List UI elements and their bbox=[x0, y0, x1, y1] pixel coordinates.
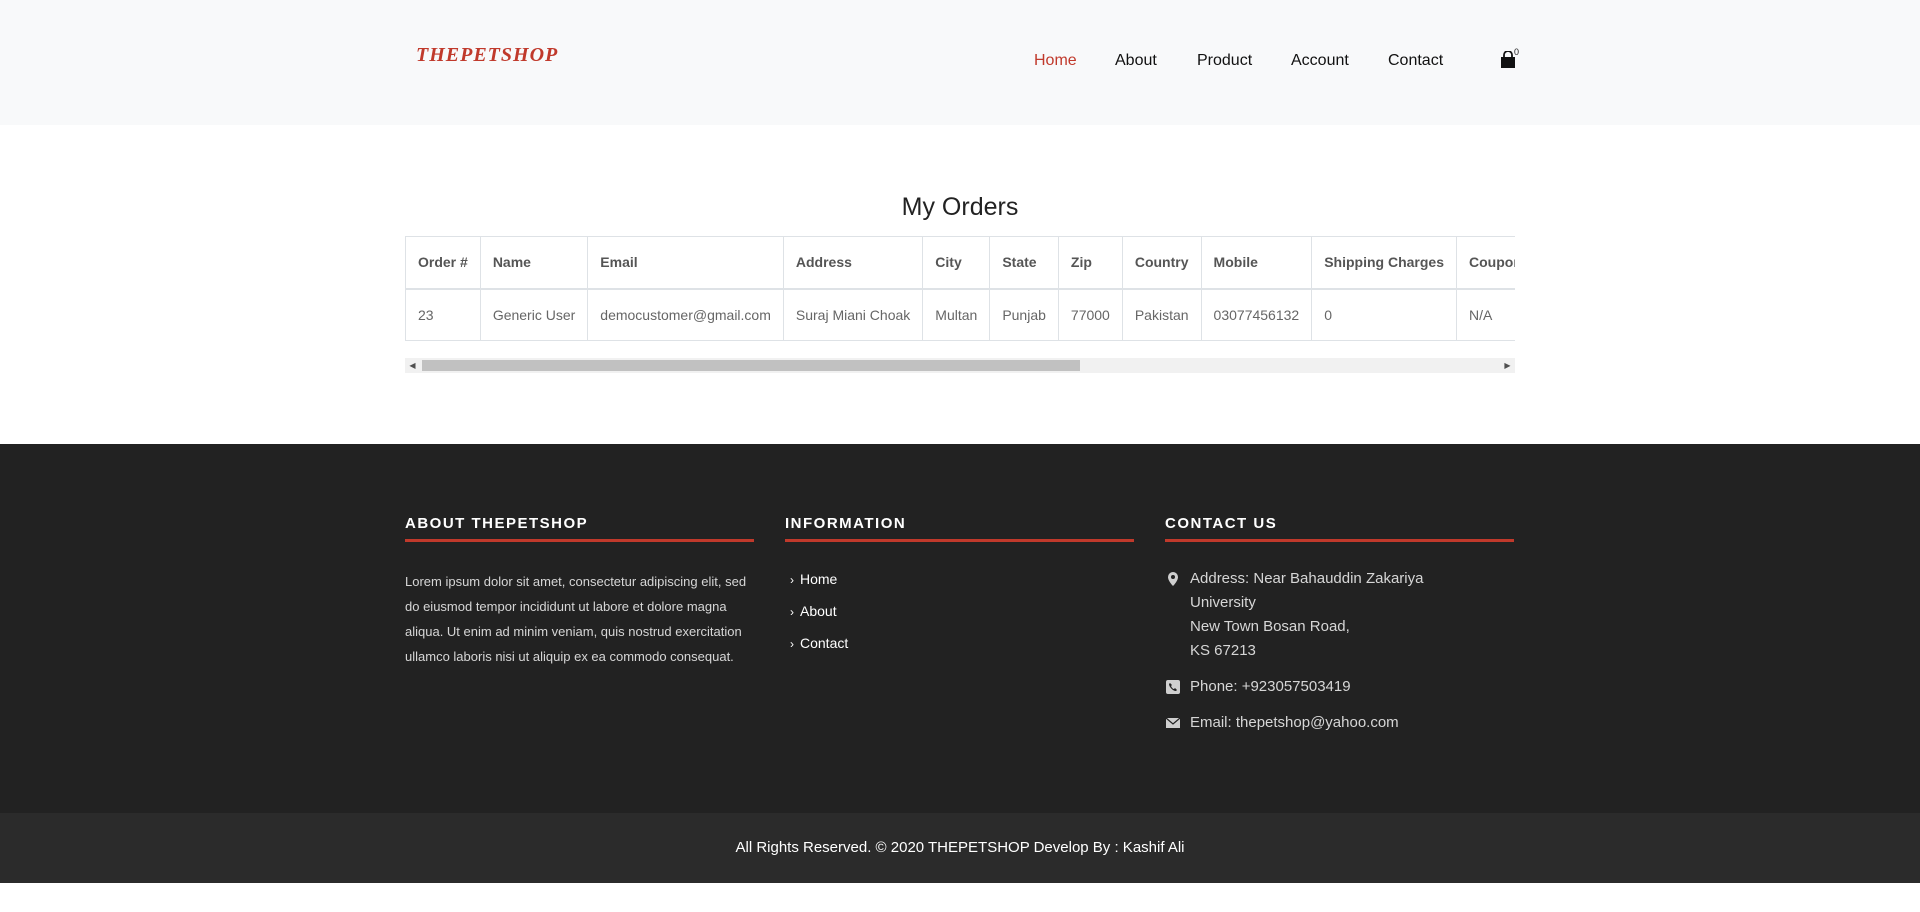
nav-home[interactable]: Home bbox=[1034, 52, 1077, 70]
footer-link-label: Contact bbox=[800, 635, 849, 651]
orders-table-container: Order # Name Email Address City State Zi… bbox=[405, 236, 1515, 341]
email-text[interactable]: Email: thepetshop@yahoo.com bbox=[1190, 711, 1514, 735]
chevron-right-icon: › bbox=[790, 637, 794, 651]
table-cell: N/A bbox=[1456, 288, 1515, 341]
phone-icon bbox=[1166, 680, 1180, 694]
contact-email: Email: thepetshop@yahoo.com bbox=[1165, 711, 1514, 735]
site-footer: ABOUT THEPETSHOP Lorem ipsum dolor sit a… bbox=[0, 444, 1920, 813]
footer-links-list: › Home › About › Contact bbox=[785, 571, 1134, 667]
phone-text: Phone: +923057503419 bbox=[1190, 678, 1351, 695]
footer-link-home[interactable]: › Home bbox=[785, 571, 1134, 603]
column-header: Mobile bbox=[1200, 236, 1313, 290]
footer-contact-heading: CONTACT US bbox=[1165, 515, 1514, 542]
table-header-row: Order # Name Email Address City State Zi… bbox=[405, 236, 1515, 290]
footer-link-label: Home bbox=[800, 571, 838, 587]
column-header: Shipping Charges bbox=[1311, 236, 1457, 290]
column-header: Country bbox=[1121, 236, 1202, 290]
map-marker-icon bbox=[1168, 572, 1178, 586]
table-horizontal-scrollbar[interactable]: ◀ ▶ bbox=[405, 358, 1515, 373]
footer-about-text: Lorem ipsum dolor sit amet, consectetur … bbox=[405, 574, 747, 664]
contact-address: Address: Near Bahauddin Zakariya Univers… bbox=[1165, 567, 1514, 663]
footer-about-heading: ABOUT THEPETSHOP bbox=[405, 515, 754, 542]
main-nav: Home About Product Account Contact bbox=[0, 52, 1920, 74]
scroll-right-arrow-icon[interactable]: ▶ bbox=[1500, 358, 1515, 373]
chevron-right-icon: › bbox=[790, 573, 794, 587]
footer-link-about[interactable]: › About bbox=[785, 603, 1134, 635]
footer-link-contact[interactable]: › Contact bbox=[785, 635, 1134, 667]
column-header: Order # bbox=[405, 236, 481, 290]
footer-contact-section: CONTACT US Address: Near Bahauddin Zakar… bbox=[1165, 515, 1514, 735]
nav-contact[interactable]: Contact bbox=[1388, 52, 1443, 70]
page-title: My Orders bbox=[901, 193, 1019, 221]
column-header: City bbox=[922, 236, 991, 290]
column-header: Coupon bbox=[1456, 236, 1515, 290]
orders-table: Order # Name Email Address City State Zi… bbox=[405, 236, 1515, 341]
copyright-text: All Rights Reserved. © 2020 THEPETSHOP D… bbox=[735, 839, 1185, 856]
contact-phone: Phone: +923057503419 bbox=[1165, 675, 1514, 699]
scroll-left-arrow-icon[interactable]: ◀ bbox=[405, 358, 420, 373]
table-row: 23 Generic User democustomer@gmail.com S… bbox=[405, 288, 1515, 341]
column-header: Address bbox=[782, 236, 924, 290]
footer-information-section: INFORMATION › Home › About › Contact bbox=[785, 515, 1134, 667]
table-cell: 77000 bbox=[1057, 288, 1123, 341]
table-cell: Suraj Miani Choak bbox=[782, 288, 924, 341]
table-cell: 23 bbox=[405, 288, 481, 341]
chevron-right-icon: › bbox=[790, 605, 794, 619]
nav-about[interactable]: About bbox=[1115, 52, 1157, 70]
table-cell: Generic User bbox=[479, 288, 589, 341]
column-header: Email bbox=[587, 236, 784, 290]
footer-information-heading: INFORMATION bbox=[785, 515, 1134, 542]
table-cell: 0 bbox=[1311, 288, 1457, 341]
address-line: KS 67213 bbox=[1190, 642, 1256, 659]
table-cell: democustomer@gmail.com bbox=[587, 288, 784, 341]
envelope-icon bbox=[1165, 717, 1181, 728]
column-header: Name bbox=[479, 236, 589, 290]
address-line: University bbox=[1190, 594, 1256, 611]
footer-about-section: ABOUT THEPETSHOP Lorem ipsum dolor sit a… bbox=[405, 515, 754, 669]
nav-account[interactable]: Account bbox=[1291, 52, 1349, 70]
table-cell: Punjab bbox=[989, 288, 1059, 341]
address-line: Address: Near Bahauddin Zakariya bbox=[1190, 570, 1424, 587]
table-cell: 03077456132 bbox=[1200, 288, 1313, 341]
table-cell: Pakistan bbox=[1121, 288, 1202, 341]
cart-count-badge: 0 bbox=[1514, 47, 1520, 57]
column-header: State bbox=[989, 236, 1059, 290]
footer-link-label: About bbox=[800, 603, 837, 619]
site-header: THEPETSHOP Home About Product Account Co… bbox=[0, 0, 1920, 125]
column-header: Zip bbox=[1057, 236, 1123, 290]
table-cell: Multan bbox=[922, 288, 991, 341]
scrollbar-thumb[interactable] bbox=[422, 360, 1080, 371]
address-line: New Town Bosan Road, bbox=[1190, 618, 1350, 635]
nav-product[interactable]: Product bbox=[1197, 52, 1252, 70]
copyright-bar: All Rights Reserved. © 2020 THEPETSHOP D… bbox=[0, 813, 1920, 883]
